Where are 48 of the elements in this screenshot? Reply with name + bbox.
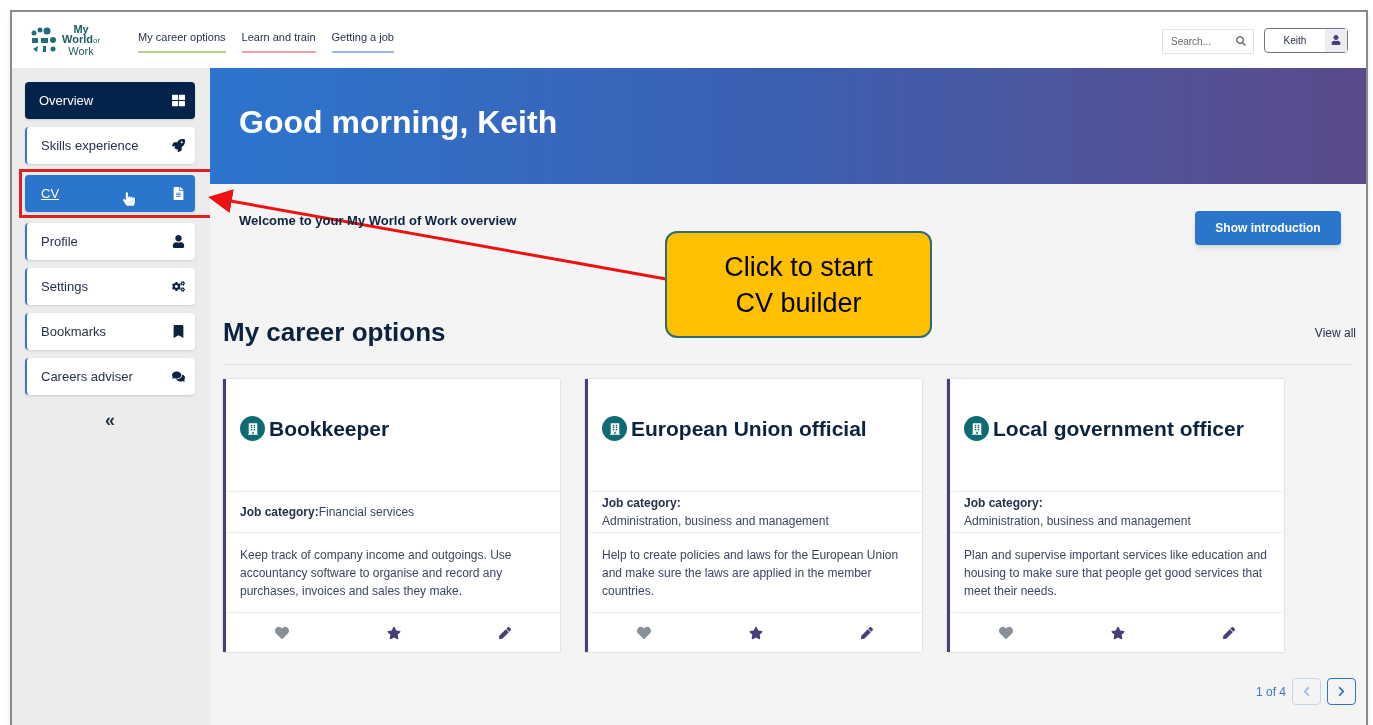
grid-icon bbox=[172, 94, 185, 107]
logo-icon bbox=[30, 26, 58, 54]
page-indicator: 1 of 4 bbox=[1255, 683, 1286, 701]
career-title: Local government officer bbox=[993, 416, 1244, 442]
next-page-button[interactable] bbox=[1327, 678, 1356, 705]
bookmark-icon bbox=[172, 325, 185, 338]
user-menu-button[interactable]: Keith bbox=[1264, 27, 1348, 53]
career-title: European Union official bbox=[631, 416, 867, 442]
chevron-right-icon bbox=[1336, 686, 1347, 697]
person-icon bbox=[1331, 35, 1341, 45]
job-category-label: Job category: bbox=[964, 495, 1044, 512]
section-heading: My career options bbox=[223, 316, 446, 349]
document-icon bbox=[172, 187, 185, 200]
job-category-label: Job category: bbox=[602, 495, 682, 512]
nav-link[interactable]: Getting a job bbox=[331, 29, 394, 53]
chat-icon bbox=[172, 370, 185, 383]
job-category: Administration, business and management bbox=[602, 513, 830, 530]
career-description: Keep track of company income and outgoings. Use accountancy software to organise and record any purchases, invoices and sales they make. bbox=[240, 547, 513, 600]
person-icon bbox=[172, 235, 185, 248]
sidebar-item[interactable]: Careers adviser bbox=[25, 358, 195, 395]
greeting-heading: Good morning, Keith bbox=[239, 103, 559, 142]
pointer-cursor-icon bbox=[123, 192, 135, 206]
callout-box: Click to start CV builder bbox=[665, 231, 932, 338]
sidebar-item[interactable]: Overview bbox=[25, 82, 195, 119]
sidebar-item[interactable]: Bookmarks bbox=[25, 313, 195, 350]
chevron-left-icon bbox=[1301, 686, 1312, 697]
sidebar-item[interactable]: Settings bbox=[25, 268, 195, 305]
career-description: Help to create policies and laws for the European Union and make sure the laws are applied in the member countries. bbox=[602, 547, 900, 600]
sidebar-item[interactable]: CV bbox=[25, 175, 195, 212]
view-all-link[interactable]: View all bbox=[1314, 323, 1356, 342]
search-field[interactable]: Search... bbox=[1162, 28, 1254, 54]
building-icon bbox=[240, 416, 265, 441]
building-icon bbox=[602, 416, 627, 441]
nav-link[interactable]: Learn and train bbox=[241, 29, 316, 53]
sidebar-item[interactable]: Profile bbox=[25, 223, 195, 260]
building-icon bbox=[964, 416, 989, 441]
settings-icon bbox=[172, 280, 185, 293]
sidebar-item[interactable]: Skills experience bbox=[25, 127, 195, 164]
career-description: Plan and supervise important services like education and housing to make sure that people get good services that meet their needs. bbox=[964, 547, 1268, 600]
job-category: Job category:Financial services bbox=[240, 504, 416, 521]
show-introduction-button[interactable]: Show introduction bbox=[1195, 211, 1341, 245]
nav-link[interactable]: My career options bbox=[138, 29, 226, 53]
search-icon bbox=[1236, 35, 1246, 46]
job-category: Administration, business and management bbox=[964, 513, 1192, 530]
collapse-button[interactable]: « bbox=[25, 407, 195, 434]
logo-text: My Worldor Work bbox=[62, 24, 101, 56]
rocket-icon bbox=[172, 139, 185, 152]
career-title: Bookkeeper bbox=[269, 416, 390, 442]
